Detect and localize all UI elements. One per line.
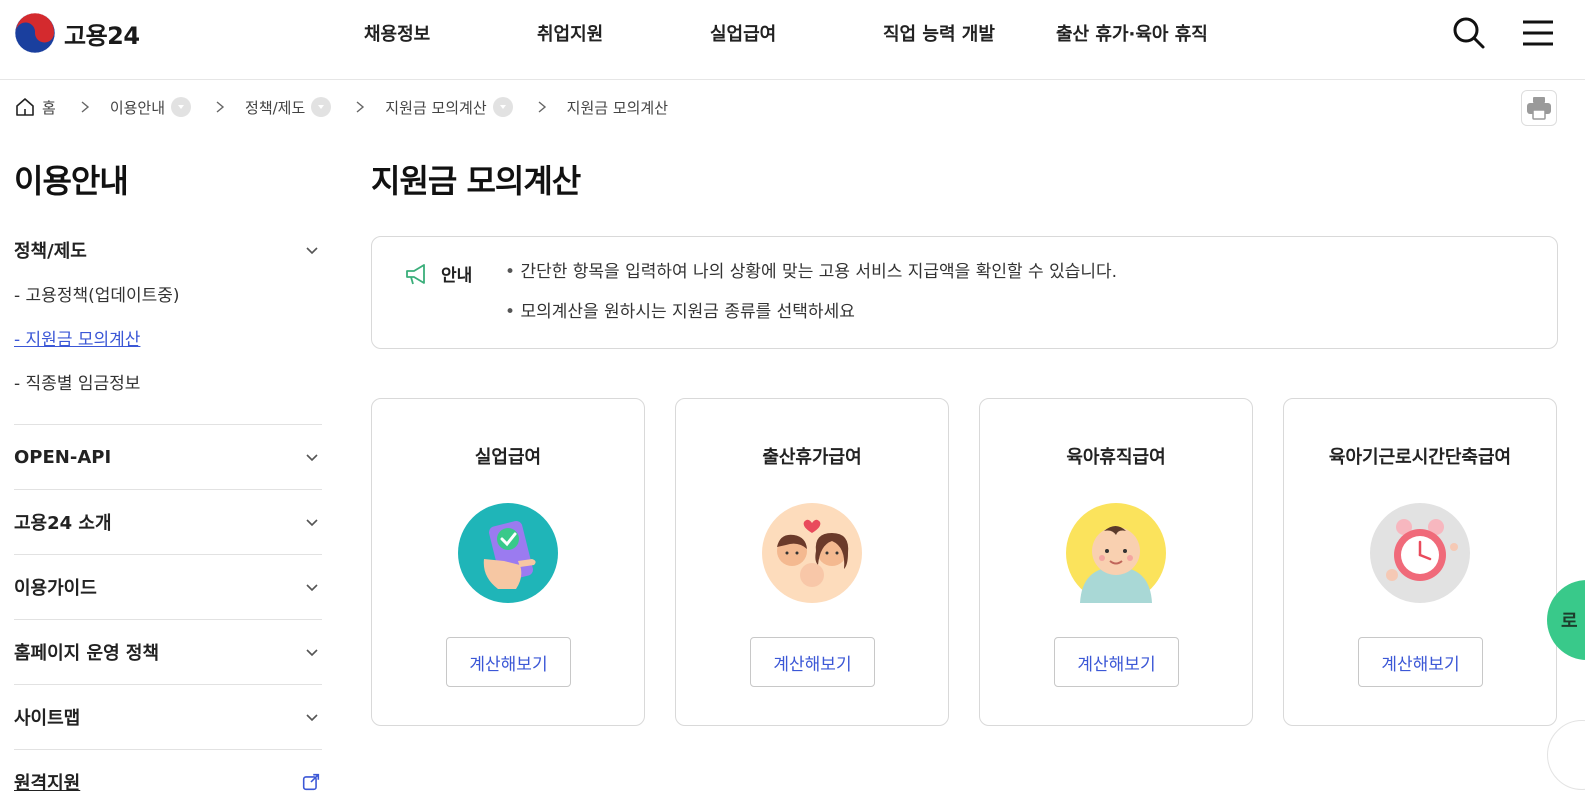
nav-item-skills-development[interactable]: 직업 능력 개발 (883, 20, 995, 46)
notice-list: 간단한 항목을 입력하여 나의 상황에 맞는 고용 서비스 지급액을 확인할 수… (505, 259, 1117, 339)
page-title: 지원금 모의계산 (371, 162, 581, 200)
sidebar-subitem-subsidy-simulation[interactable]: - 지원금 모의계산 (14, 318, 322, 362)
nav-item-jobs[interactable]: 채용정보 (364, 20, 430, 46)
card-title: 육아기근로시간단축급여 (1328, 447, 1512, 468)
printer-icon (1527, 97, 1551, 120)
sidebar-item-label: 홈페이지 운영 정책 (14, 643, 160, 664)
card-title: 출산휴가급여 (762, 447, 862, 468)
notice-line: 간단한 항목을 입력하여 나의 상황에 맞는 고용 서비스 지급액을 확인할 수… (505, 259, 1117, 299)
sidebar-subitem-label: - 지원금 모의계산 (14, 330, 141, 350)
breadcrumb-label: 정책/제도 (245, 98, 306, 117)
calculate-button[interactable]: 계산해보기 (750, 637, 875, 687)
breadcrumb-item-current: 지원금 모의계산 (567, 97, 668, 118)
notice-box: 안내 간단한 항목을 입력하여 나의 상황에 맞는 고용 서비스 지급액을 확인… (371, 236, 1558, 349)
breadcrumb-label: 이용안내 (109, 98, 166, 117)
sidebar-group-about: 고용24 소개 (14, 490, 322, 555)
subsidy-card-reduced-hours: 육아기근로시간단축급여 계산해보기 (1283, 398, 1557, 726)
breadcrumb-home-label: 홈 (42, 98, 56, 117)
card-title: 실업급여 (474, 447, 542, 468)
sidebar-submenu: - 고용정책(업데이트중) - 지원금 모의계산 - 직종별 임금정보 (14, 274, 322, 424)
chevron-right-icon (356, 101, 365, 113)
notice-label: 안내 (441, 266, 473, 286)
sidebar-group-sitemap: 사이트맵 (14, 685, 322, 750)
subsidy-card-unemployment: 실업급여 계산해보기 (371, 398, 645, 726)
family-icon (762, 503, 862, 603)
sidebar-item-sitemap[interactable]: 사이트맵 (14, 685, 322, 749)
chevron-down-icon (306, 584, 318, 592)
sidebar-group-policy: 정책/제도 - 고용정책(업데이트중) - 지원금 모의계산 - 직종별 임금정… (14, 226, 322, 425)
chevron-down-icon[interactable] (171, 97, 192, 117)
chevron-down-icon[interactable] (492, 97, 513, 117)
megaphone-icon (406, 264, 425, 285)
chevron-right-icon (216, 101, 225, 113)
breadcrumb-item-simulation[interactable]: 지원금 모의계산 (385, 97, 513, 118)
chevron-right-icon (538, 101, 546, 113)
chevron-down-icon (306, 519, 318, 527)
sidebar-item-label: 이용가이드 (14, 578, 97, 599)
baby-icon (1066, 503, 1166, 603)
breadcrumb-label: 지원금 모의계산 (566, 98, 669, 117)
chevron-down-icon (306, 247, 318, 255)
sidebar-group-site-policy: 홈페이지 운영 정책 (14, 620, 322, 685)
nav-item-employment-support[interactable]: 취업지원 (537, 20, 603, 46)
home-icon (16, 98, 34, 116)
print-button[interactable] (1521, 90, 1557, 126)
taegeuk-logo-icon (14, 12, 56, 54)
calculate-button[interactable]: 계산해보기 (446, 637, 571, 687)
sidebar-subitem-wage-info[interactable]: - 직종별 임금정보 (14, 362, 322, 406)
sidebar-title: 이용안내 (14, 162, 129, 200)
floating-action-button[interactable] (1547, 720, 1585, 790)
search-icon[interactable] (1452, 16, 1486, 50)
sidebar-subitem-employment-policy[interactable]: - 고용정책(업데이트중) (14, 274, 322, 318)
sidebar: 정책/제도 - 고용정책(업데이트중) - 지원금 모의계산 - 직종별 임금정… (14, 226, 322, 809)
breadcrumb-item-guide[interactable]: 이용안내 (109, 97, 192, 118)
subsidy-card-parental-leave: 육아휴직급여 계산해보기 (979, 398, 1253, 726)
chevron-down-icon[interactable] (311, 97, 332, 117)
chevron-down-icon (306, 714, 318, 722)
phone-check-icon (458, 503, 558, 603)
alarm-clock-icon (1370, 503, 1470, 603)
sidebar-item-label: 사이트맵 (14, 708, 81, 729)
sidebar-item-site-policy[interactable]: 홈페이지 운영 정책 (14, 620, 322, 684)
chevron-down-icon (306, 454, 318, 462)
sidebar-item-label: 정책/제도 (14, 241, 87, 262)
hamburger-menu-icon[interactable] (1521, 18, 1555, 48)
breadcrumb-label: 지원금 모의계산 (385, 98, 487, 117)
sidebar-item-remote-support[interactable]: 원격지원 (14, 750, 322, 809)
breadcrumb-item-policy[interactable]: 정책/제도 (245, 97, 332, 118)
chevron-right-icon (81, 101, 89, 113)
calculate-button[interactable]: 계산해보기 (1054, 637, 1179, 687)
subsidy-card-list: 실업급여 계산해보기 출산휴가급여 계산해보기 육아휴직급여 계산해보기 육아기… (371, 398, 1558, 726)
subsidy-card-maternity: 출산휴가급여 계산해보기 (675, 398, 949, 726)
nav-item-parental-leave[interactable]: 출산 휴가·육아 휴직 (1056, 20, 1208, 46)
sidebar-item-openapi[interactable]: OPEN-API (14, 425, 322, 489)
chevron-down-icon (306, 649, 318, 657)
sidebar-group-openapi: OPEN-API (14, 425, 322, 490)
site-header: 고용24 채용정보 취업지원 실업급여 직업 능력 개발 출산 휴가·육아 휴직 (0, 0, 1585, 80)
logo[interactable]: 고용24 (14, 12, 140, 54)
sidebar-item-about[interactable]: 고용24 소개 (14, 490, 322, 554)
breadcrumb-home[interactable]: 홈 (14, 96, 56, 118)
sidebar-item-policy[interactable]: 정책/제도 (14, 226, 322, 274)
sidebar-group-guide: 이용가이드 (14, 555, 322, 620)
sidebar-group-remote-support: 원격지원 (14, 750, 322, 809)
breadcrumb: 홈 이용안내 정책/제도 지원금 모의계산 지원금 모의계산 (14, 92, 668, 122)
card-title: 육아휴직급여 (1066, 447, 1166, 468)
sidebar-item-guide[interactable]: 이용가이드 (14, 555, 322, 619)
sidebar-item-label: 원격지원 (14, 773, 81, 794)
nav-item-unemployment-benefit[interactable]: 실업급여 (710, 20, 776, 46)
calculate-button[interactable]: 계산해보기 (1358, 637, 1483, 687)
sidebar-item-label: OPEN-API (14, 446, 112, 468)
external-link-icon (302, 773, 320, 791)
notice-line: 모의계산을 원하시는 지원금 종류를 선택하세요 (505, 299, 1117, 339)
floating-label: 로 (1561, 611, 1578, 632)
sidebar-item-label: 고용24 소개 (14, 513, 112, 534)
logo-text: 고용24 (64, 21, 140, 50)
